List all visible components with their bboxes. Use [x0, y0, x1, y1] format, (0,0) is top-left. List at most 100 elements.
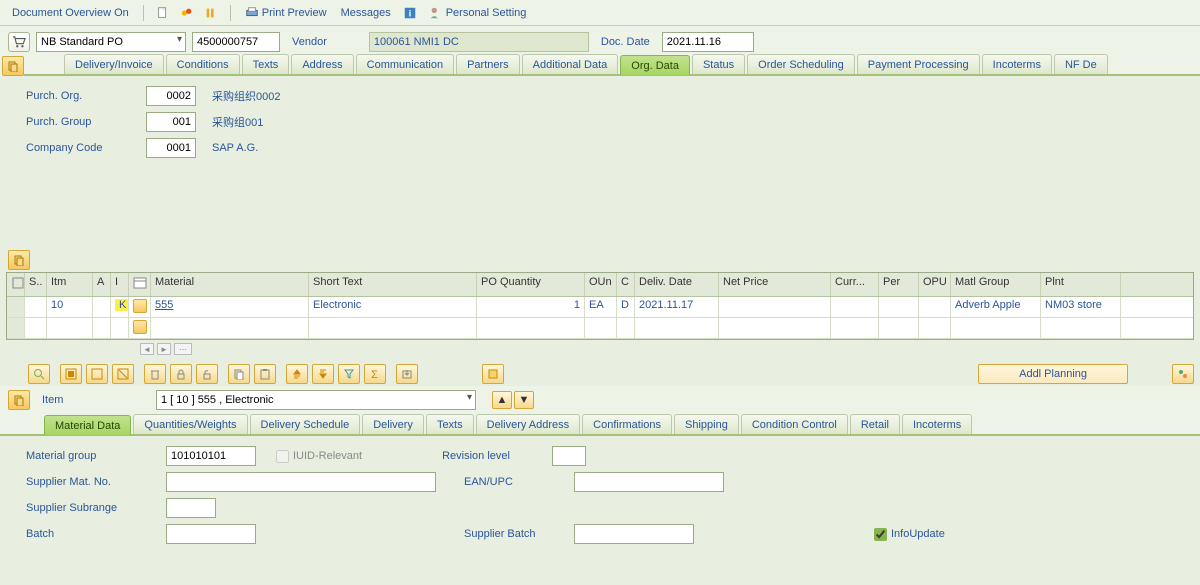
ean-upc-input[interactable] [574, 472, 724, 492]
item-tab-quantities-weights[interactable]: Quantities/Weights [133, 414, 247, 434]
grid-col-po-quantity[interactable]: PO Quantity [477, 273, 585, 296]
planning-config-icon[interactable] [1172, 364, 1194, 384]
cell-short_text[interactable] [309, 318, 477, 338]
cell-sel[interactable] [25, 318, 47, 338]
lock-icon[interactable] [170, 364, 192, 384]
unlock-icon[interactable] [196, 364, 218, 384]
cell-plnt[interactable]: NM03 store [1041, 297, 1121, 317]
grid-col-i[interactable]: I [111, 273, 129, 296]
personal-setting-button[interactable]: Personal Setting [425, 4, 531, 22]
row-selector[interactable] [7, 297, 25, 317]
grid-col-material[interactable]: Material [151, 273, 309, 296]
cell-itm[interactable] [47, 318, 93, 338]
messages-button[interactable]: Messages [337, 5, 395, 21]
cell-per[interactable] [879, 318, 919, 338]
header-tab-conditions[interactable]: Conditions [166, 54, 240, 74]
detail-icon[interactable] [28, 364, 50, 384]
material-group-input[interactable] [166, 446, 256, 466]
po-type-select[interactable]: NB Standard PO [36, 32, 186, 52]
cell-po_qty[interactable] [477, 318, 585, 338]
scroll-config-icon[interactable]: ⋯ [174, 343, 192, 355]
item-tab-delivery-address[interactable]: Delivery Address [476, 414, 581, 434]
cell-c[interactable] [617, 318, 635, 338]
iuid-relevant-checkbox[interactable]: IUID-Relevant [276, 450, 362, 463]
cell-opu[interactable] [919, 297, 951, 317]
collapse-items-icon[interactable] [8, 250, 30, 270]
cell-plnt[interactable] [1041, 318, 1121, 338]
cell-deliv_date[interactable]: 2021.11.17 [635, 297, 719, 317]
grid-col-short-text[interactable]: Short Text [309, 273, 477, 296]
grid-col-c[interactable]: C [617, 273, 635, 296]
cell-oun[interactable]: EA [585, 297, 617, 317]
copy-icon[interactable] [228, 364, 250, 384]
table-row[interactable] [7, 318, 1193, 339]
select-all-icon[interactable] [60, 364, 82, 384]
cell-per[interactable] [879, 297, 919, 317]
header-tab-org-data[interactable]: Org. Data [620, 55, 690, 75]
info-icon[interactable]: i [401, 4, 419, 22]
print-preview-button[interactable]: Print Preview [241, 4, 331, 22]
addl-planning-button[interactable]: Addl Planning [978, 364, 1128, 384]
item-tab-incoterms[interactable]: Incoterms [902, 414, 972, 434]
export-icon[interactable] [396, 364, 418, 384]
cell-net_price[interactable] [719, 318, 831, 338]
cell-oun[interactable] [585, 318, 617, 338]
deselect-all-icon[interactable] [86, 364, 108, 384]
trash-icon[interactable] [144, 364, 166, 384]
header-tab-incoterms[interactable]: Incoterms [982, 54, 1052, 74]
sort-desc-icon[interactable] [312, 364, 334, 384]
cell-icon[interactable] [129, 297, 151, 317]
item-tab-retail[interactable]: Retail [850, 414, 900, 434]
cell-curr[interactable] [831, 318, 879, 338]
item-tab-texts[interactable]: Texts [426, 414, 474, 434]
cell-a[interactable] [93, 318, 111, 338]
grid-col-oun[interactable]: OUn [585, 273, 617, 296]
prev-item-icon[interactable]: ▲ [492, 391, 512, 409]
doc-overview-toggle[interactable]: Document Overview On [8, 5, 133, 21]
revision-level-input[interactable] [552, 446, 586, 466]
collapse-item-detail-icon[interactable] [8, 390, 30, 410]
other-po-icon[interactable] [178, 4, 196, 22]
cell-material[interactable]: 555 [151, 297, 309, 317]
cell-i[interactable]: K [111, 297, 129, 317]
cell-opu[interactable] [919, 318, 951, 338]
hold-icon[interactable] [202, 4, 220, 22]
grid-col-net-price[interactable]: Net Price [719, 273, 831, 296]
po-number-input[interactable] [192, 32, 280, 52]
delete-selection-icon[interactable] [112, 364, 134, 384]
row-selector[interactable] [7, 318, 25, 338]
supplier-batch-input[interactable] [574, 524, 694, 544]
cell-a[interactable] [93, 297, 111, 317]
grid-col-deliv-date[interactable]: Deliv. Date [635, 273, 719, 296]
item-tab-condition-control[interactable]: Condition Control [741, 414, 848, 434]
cell-curr[interactable] [831, 297, 879, 317]
cell-po_qty[interactable]: 1 [477, 297, 585, 317]
next-item-icon[interactable]: ▼ [514, 391, 534, 409]
batch-input[interactable] [166, 524, 256, 544]
header-tab-communication[interactable]: Communication [356, 54, 454, 74]
cart-icon[interactable] [8, 32, 30, 52]
cell-c[interactable]: D [617, 297, 635, 317]
header-tab-order-scheduling[interactable]: Order Scheduling [747, 54, 855, 74]
item-tab-delivery[interactable]: Delivery [362, 414, 424, 434]
header-tab-partners[interactable]: Partners [456, 54, 520, 74]
item-tab-delivery-schedule[interactable]: Delivery Schedule [250, 414, 361, 434]
grid-col-curr-[interactable]: Curr... [831, 273, 879, 296]
paste-icon[interactable] [254, 364, 276, 384]
item-tab-material-data[interactable]: Material Data [44, 415, 131, 435]
header-tab-address[interactable]: Address [291, 54, 353, 74]
cell-icon[interactable] [129, 318, 151, 338]
purch-group-input[interactable] [146, 112, 196, 132]
grid-col-per[interactable]: Per [879, 273, 919, 296]
grid-col-a[interactable]: A [93, 273, 111, 296]
grid-col-s-[interactable]: S.. [25, 273, 47, 296]
grid-col-plnt[interactable]: Plnt [1041, 273, 1121, 296]
default-values-icon[interactable] [482, 364, 504, 384]
grid-col-itm[interactable]: Itm [47, 273, 93, 296]
scroll-left-icon[interactable]: ◄ [140, 343, 154, 355]
collapse-header-icon[interactable] [2, 56, 24, 76]
sort-asc-icon[interactable] [286, 364, 308, 384]
header-tab-texts[interactable]: Texts [242, 54, 290, 74]
info-update-checkbox[interactable]: InfoUpdate [874, 528, 945, 541]
supplier-mat-no-input[interactable] [166, 472, 436, 492]
